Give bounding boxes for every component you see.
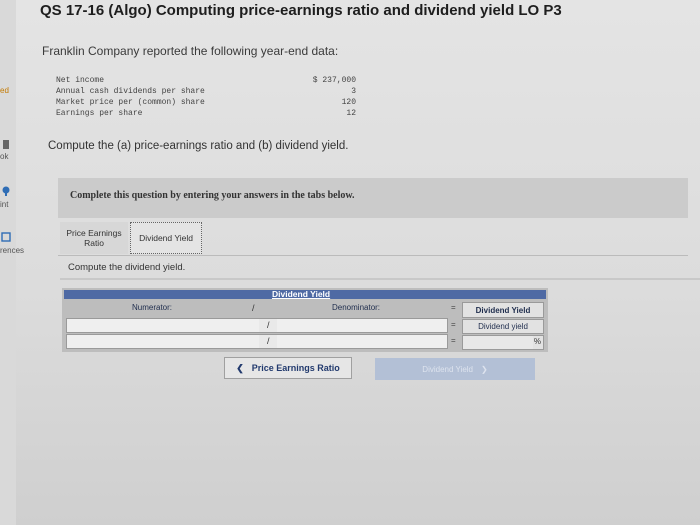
intro-text: Franklin Company reported the following … [42, 44, 339, 58]
denominator-input[interactable] [277, 335, 447, 348]
chevron-right-icon: ❯ [481, 364, 488, 374]
left-sidebar: ed ok int rences [0, 0, 24, 525]
data-value: $ 237,000 [312, 76, 356, 85]
tab-price-earnings-ratio[interactable]: Price Earnings Ratio [60, 222, 128, 254]
question-text: Compute the (a) price-earnings ratio and… [48, 140, 349, 152]
formula-row: / [66, 334, 448, 349]
bookmark-icon [3, 140, 9, 149]
pin-icon [2, 186, 10, 196]
numerator-label: Numerator: [132, 303, 173, 312]
data-label: Net income [56, 76, 105, 85]
result-header: Dividend Yield [462, 302, 544, 318]
denominator-input[interactable] [277, 319, 447, 332]
data-value: 12 [346, 109, 356, 118]
numerator-input[interactable] [67, 319, 259, 332]
tab-instruction: Compute the dividend yield. [68, 262, 186, 273]
sidebar-item-label[interactable]: ok [0, 152, 8, 161]
banner-text: Complete this question by entering your … [70, 190, 355, 201]
dividend-yield-table: Dividend Yield Numerator: Denominator: /… [62, 288, 548, 352]
equals-symbol: = [451, 336, 456, 345]
equals-symbol: = [451, 303, 456, 312]
data-row: Annual cash dividends per share 3 [56, 86, 356, 97]
year-end-data: Net income $ 237,000 Annual cash dividen… [56, 75, 356, 119]
document-icon [1, 232, 11, 242]
data-row: Net income $ 237,000 [56, 75, 356, 86]
prev-button-label: Price Earnings Ratio [251, 363, 340, 373]
denominator-label: Denominator: [332, 303, 381, 312]
result-input-box: % [462, 335, 544, 350]
numerator-input[interactable] [67, 335, 259, 348]
divide-symbol: / [267, 320, 270, 330]
dividend-yield-input[interactable] [463, 336, 533, 349]
formula-row: / [66, 318, 448, 333]
data-value: 3 [351, 87, 356, 96]
sidebar-item-label[interactable]: ed [0, 86, 9, 95]
chevron-left-icon: ❮ [236, 362, 244, 373]
tab-dividend-yield[interactable]: Dividend Yield [130, 222, 202, 254]
data-row: Earnings per share 12 [56, 108, 356, 119]
next-button-label: Dividend Yield [422, 364, 473, 374]
prev-tab-button[interactable]: ❮ Price Earnings Ratio [224, 357, 352, 379]
equals-symbol: = [451, 320, 456, 329]
table-title: Dividend Yield [272, 289, 331, 299]
sidebar-item-label[interactable]: int [0, 200, 8, 209]
data-row: Market price per (common) share 120 [56, 97, 356, 108]
page-title: QS 17-16 (Algo) Computing price-earnings… [40, 2, 562, 19]
instructions-banner: Complete this question by entering your … [58, 178, 688, 218]
sidebar-item-label[interactable]: rences [0, 246, 24, 255]
data-label: Earnings per share [56, 109, 143, 118]
next-tab-button[interactable]: Dividend Yield ❯ [375, 358, 535, 380]
divide-symbol: / [267, 336, 270, 346]
tabs-bar: Price Earnings Ratio Dividend Yield [58, 220, 688, 256]
data-label: Market price per (common) share [56, 98, 205, 107]
data-label: Annual cash dividends per share [56, 87, 205, 96]
divide-symbol: / [252, 303, 255, 313]
result-row-label: Dividend yield [462, 319, 544, 334]
percent-sign: % [533, 337, 541, 346]
table-title-bar: Dividend Yield [64, 289, 546, 299]
data-value: 120 [341, 98, 356, 107]
divider [60, 278, 700, 280]
